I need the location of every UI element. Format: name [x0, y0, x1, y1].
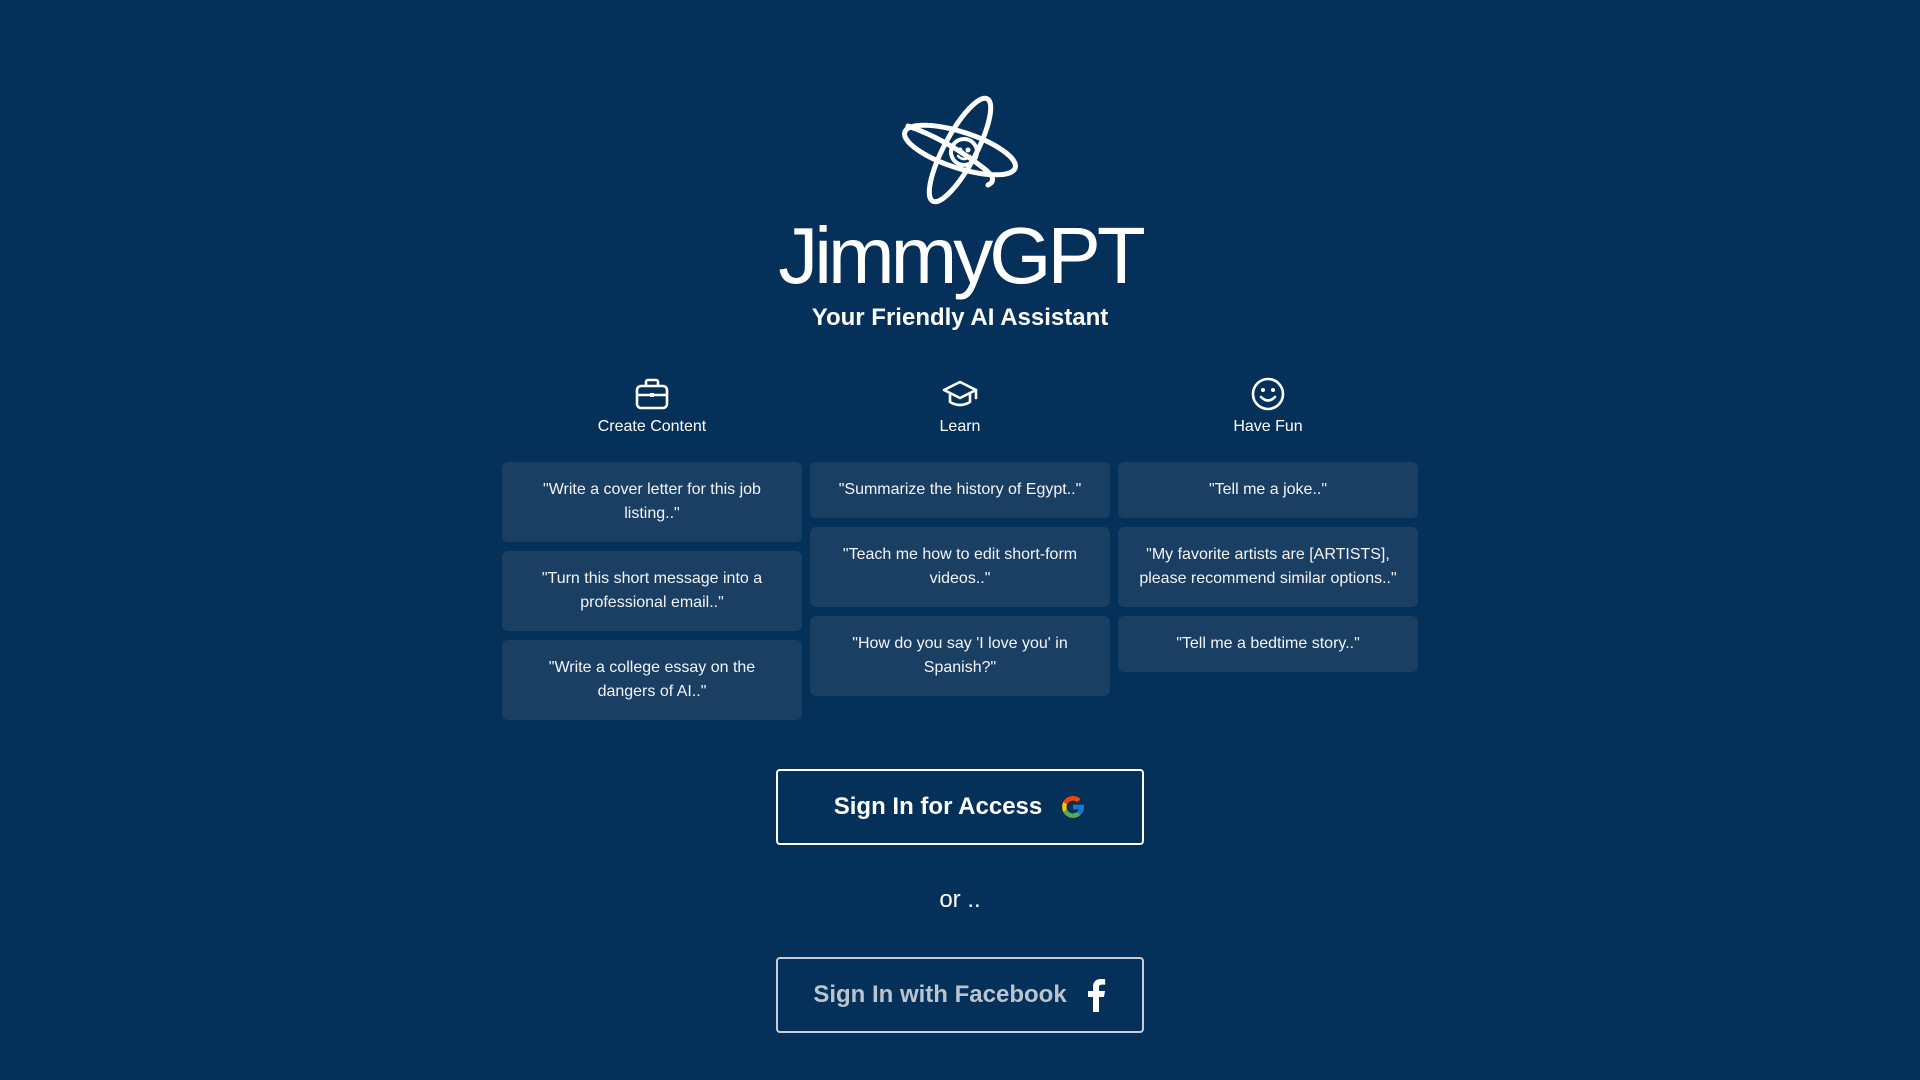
prompt-card[interactable]: "Write a college essay on the dangers of…	[502, 640, 802, 720]
prompt-card[interactable]: "My favorite artists are [ARTISTS], plea…	[1118, 527, 1418, 607]
or-divider-text: or ..	[939, 886, 981, 913]
prompt-card[interactable]: "Summarize the history of Egypt.."	[810, 462, 1110, 518]
google-sign-in-button[interactable]: Sign In for Access	[776, 769, 1144, 845]
column-title: Learn	[939, 418, 981, 435]
prompt-columns: Create Content "Write a cover letter for…	[502, 376, 1418, 729]
facebook-sign-in-label: Sign In with Facebook	[813, 981, 1067, 1008]
atom-smiley-logo-icon	[902, 95, 1018, 205]
facebook-icon	[1087, 979, 1105, 1012]
column-title: Have Fun	[1233, 418, 1303, 435]
graduation-cap-icon	[942, 380, 978, 407]
column-header: Create Content	[502, 376, 802, 462]
brand-name: JimmyGPT	[778, 211, 1146, 300]
prompt-card[interactable]: "How do you say 'I love you' in Spanish?…	[810, 616, 1110, 696]
column-create-content: Create Content "Write a cover letter for…	[502, 376, 802, 729]
prompt-card[interactable]: "Write a cover letter for this job listi…	[502, 462, 802, 542]
prompt-card[interactable]: "Tell me a joke.."	[1118, 462, 1418, 518]
column-header: Have Fun	[1118, 376, 1418, 462]
column-have-fun: Have Fun "Tell me a joke.." "My favorite…	[1118, 376, 1418, 729]
column-title: Create Content	[597, 418, 707, 435]
prompt-card[interactable]: "Tell me a bedtime story.."	[1118, 616, 1418, 672]
google-sign-in-label: Sign In for Access	[833, 793, 1043, 820]
prompt-card[interactable]: "Turn this short message into a professi…	[502, 551, 802, 631]
google-icon	[1062, 796, 1085, 818]
tagline: Your Friendly AI Assistant	[811, 304, 1109, 331]
briefcase-icon	[635, 378, 669, 410]
smiley-icon	[1251, 377, 1285, 411]
facebook-sign-in-button[interactable]: Sign In with Facebook	[776, 957, 1144, 1033]
prompt-card[interactable]: "Teach me how to edit short-form videos.…	[810, 527, 1110, 607]
column-header: Learn	[810, 376, 1110, 462]
column-learn: Learn "Summarize the history of Egypt.."…	[810, 376, 1110, 729]
landing-page: JimmyGPT Your Friendly AI Assistant Crea…	[0, 0, 1920, 1080]
